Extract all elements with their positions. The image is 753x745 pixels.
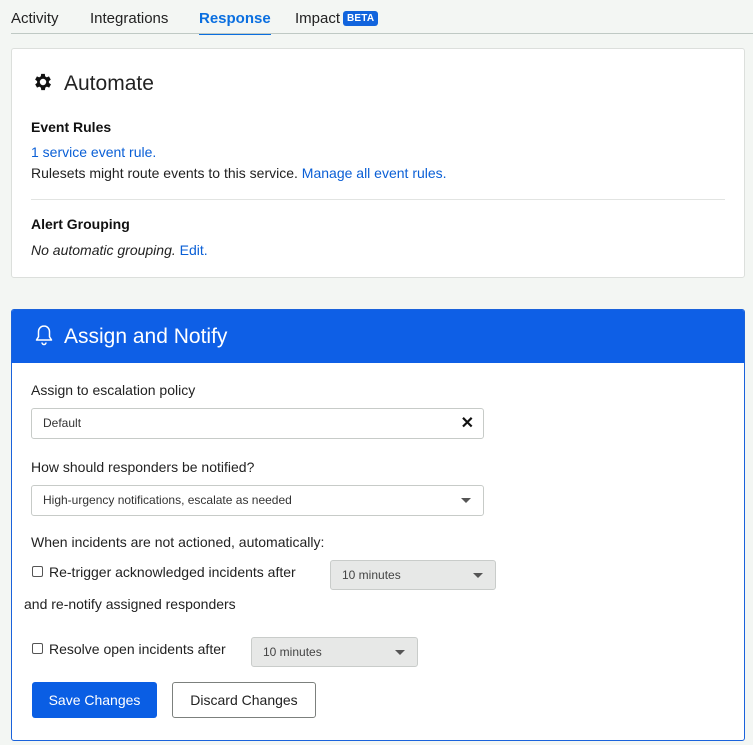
- retrigger-label: Re-trigger acknowledged incidents after: [49, 564, 296, 580]
- chevron-down-icon: [461, 498, 471, 503]
- assign-notify-card: Assign and Notify Assign to escalation p…: [11, 309, 745, 741]
- bell-icon: [34, 324, 54, 349]
- gear-icon: [32, 71, 54, 96]
- clear-icon[interactable]: ✕: [461, 409, 474, 438]
- escalation-policy-field[interactable]: Default ✕: [31, 408, 484, 439]
- tab-bar: Activity Integrations Response Impact BET…: [0, 0, 753, 35]
- tab-impact-label: Impact: [295, 10, 341, 27]
- discard-changes-button[interactable]: Discard Changes: [172, 682, 316, 718]
- notify-select-value: High-urgency notifications, escalate as …: [43, 493, 292, 507]
- save-changes-button[interactable]: Save Changes: [32, 682, 157, 718]
- resolve-time-value: 10 minutes: [263, 645, 322, 659]
- retrigger-checkbox[interactable]: [32, 566, 43, 577]
- resolve-label: Resolve open incidents after: [49, 641, 226, 657]
- alert-grouping-title: Alert Grouping: [31, 216, 130, 232]
- beta-badge: BETA: [343, 11, 379, 26]
- tab-integrations[interactable]: Integrations: [90, 10, 168, 27]
- assign-title: Assign and Notify: [64, 324, 228, 348]
- automate-card: Automate Event Rules 1 service event rul…: [11, 48, 745, 278]
- chevron-down-icon: [473, 573, 483, 578]
- tab-divider: [11, 33, 753, 34]
- edit-grouping-link[interactable]: Edit.: [180, 242, 208, 258]
- escalation-policy-label: Assign to escalation policy: [31, 382, 196, 398]
- alert-grouping-status: No automatic grouping. Edit.: [31, 242, 208, 258]
- event-rules-title: Event Rules: [31, 119, 112, 135]
- assign-header: Assign and Notify: [12, 310, 744, 363]
- retrigger-time-value: 10 minutes: [342, 568, 401, 582]
- notify-label: How should responders be notified?: [31, 459, 255, 475]
- retrigger-time-select[interactable]: 10 minutes: [330, 560, 496, 590]
- not-actioned-label: When incidents are not actioned, automat…: [31, 534, 325, 550]
- tab-response[interactable]: Response: [199, 10, 271, 35]
- tab-activity[interactable]: Activity: [11, 10, 59, 27]
- chevron-down-icon: [395, 650, 405, 655]
- resolve-checkbox[interactable]: [32, 643, 43, 654]
- manage-event-rules-link[interactable]: Manage all event rules.: [302, 165, 447, 181]
- notify-select[interactable]: High-urgency notifications, escalate as …: [31, 485, 484, 516]
- tab-impact[interactable]: Impact BETA: [295, 10, 379, 27]
- service-event-rule-link[interactable]: 1 service event rule.: [31, 144, 156, 160]
- renotify-label: and re-notify assigned responders: [24, 596, 236, 612]
- automate-header: Automate: [32, 71, 154, 96]
- resolve-time-select[interactable]: 10 minutes: [251, 637, 418, 667]
- section-divider: [31, 199, 725, 200]
- alert-grouping-status-text: No automatic grouping.: [31, 242, 176, 258]
- rulesets-note-text: Rulesets might route events to this serv…: [31, 165, 298, 181]
- rulesets-note: Rulesets might route events to this serv…: [31, 165, 447, 181]
- automate-title: Automate: [64, 71, 154, 95]
- escalation-policy-value: Default: [43, 416, 82, 430]
